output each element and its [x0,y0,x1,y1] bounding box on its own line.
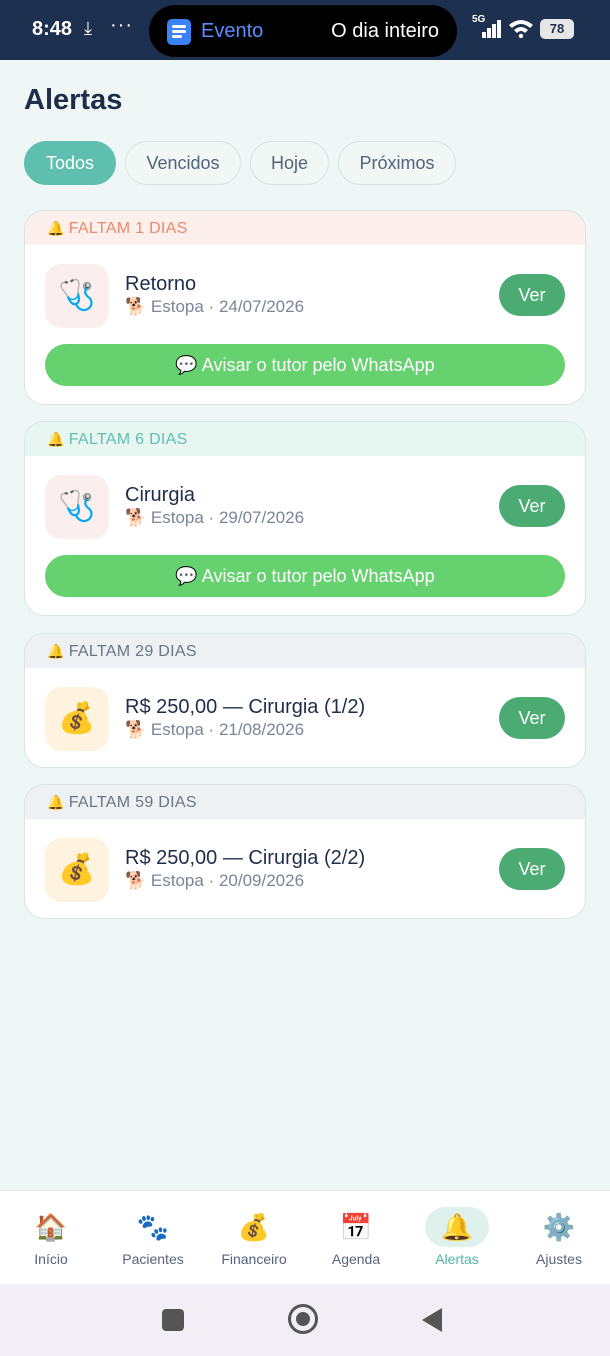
whatsapp-notify-button[interactable]: 💬 Avisar o tutor pelo WhatsApp [45,555,565,597]
home-icon: 🏠 [34,1212,68,1242]
bell-icon: 🔔 [47,220,65,236]
bottom-navigation: 🏠 Início 🐾 Pacientes 💰 Financeiro 📅 Agen… [0,1190,610,1284]
dog-icon: 🐕 [125,871,147,890]
days-remaining-label: FALTAM 6 DIAS [68,431,188,448]
alert-card-header: 🔔 FALTAM 59 DIAS [25,785,585,819]
alert-patient-date: Estopa · 21/08/2026 [150,720,305,739]
alert-card: 🔔 FALTAM 59 DIAS 💰 R$ 250,00 — Cirurgia (… [24,784,586,919]
filter-chip-todos[interactable]: Todos [24,141,116,185]
recents-button[interactable] [162,1309,184,1331]
event-list-icon [167,19,191,45]
page-title: Alertas [24,84,123,116]
nav-label: Agenda [331,1251,381,1267]
dog-icon: 🐕 [125,508,147,527]
more-notifications-icon: ··· [110,14,133,36]
home-button[interactable] [288,1304,318,1334]
days-remaining-label: FALTAM 29 DIAS [68,643,197,660]
nav-item-ajustes[interactable]: ⚙️ Ajustes [508,1191,610,1285]
alert-subtitle: 🐕 Estopa · 29/07/2026 [125,508,304,528]
alert-card: 🔔 FALTAM 6 DIAS 🩺 Cirurgia 🐕 Estopa · 29/… [24,421,586,616]
filter-chip-hoje[interactable]: Hoje [250,141,329,185]
dog-icon: 🐕 [125,297,147,316]
alert-subtitle: 🐕 Estopa · 20/09/2026 [125,871,304,891]
nav-label: Ajustes [536,1251,582,1267]
battery-icon: 78 [540,19,574,39]
stethoscope-icon: 🩺 [45,264,109,328]
alert-title: R$ 250,00 — Cirurgia (1/2) [125,696,366,718]
whatsapp-notify-button[interactable]: 💬 Avisar o tutor pelo WhatsApp [45,344,565,386]
wifi-icon [509,20,533,38]
stethoscope-icon: 🩺 [45,475,109,539]
alert-card-header: 🔔 FALTAM 29 DIAS [25,634,585,668]
nav-item-pacientes[interactable]: 🐾 Pacientes [102,1191,204,1285]
alert-patient-date: Estopa · 24/07/2026 [150,297,305,316]
bell-icon: 🔔 [47,431,65,447]
nav-item-financeiro[interactable]: 💰 Financeiro [203,1191,305,1285]
status-bar: 8:48 ⤓ ··· Evento O dia inteiro 5G 78 [0,0,610,60]
live-activity-pill[interactable]: Evento O dia inteiro [149,5,457,57]
nav-label: Alertas [435,1251,479,1267]
download-icon: ⤓ [84,18,92,38]
gear-icon: ⚙️ [542,1212,576,1242]
filter-chip-proximos[interactable]: Próximos [338,141,456,185]
nav-label: Início [34,1251,68,1267]
money-bag-icon: 💰 [237,1212,271,1242]
bell-icon: 🔔 [425,1207,489,1247]
bell-icon: 🔔 [47,643,65,659]
view-button[interactable]: Ver [499,697,565,739]
bell-icon: 🔔 [47,794,65,810]
nav-item-alertas[interactable]: 🔔 Alertas [406,1191,508,1285]
view-button[interactable]: Ver [499,274,565,316]
nav-item-agenda[interactable]: 📅 Agenda [305,1191,407,1285]
alert-patient-date: Estopa · 20/09/2026 [150,871,305,890]
alert-title: Retorno [125,273,197,295]
calendar-icon: 📅 [339,1212,373,1242]
nav-label: Pacientes [122,1251,184,1267]
alert-subtitle: 🐕 Estopa · 24/07/2026 [125,297,304,317]
paw-icon: 🐾 [136,1212,170,1242]
alert-card-header: 🔔 FALTAM 6 DIAS [25,422,585,456]
days-remaining-label: FALTAM 59 DIAS [68,794,197,811]
days-remaining-label: FALTAM 1 DIAS [68,220,188,237]
dog-icon: 🐕 [125,720,147,739]
nav-label: Financeiro [221,1251,287,1267]
live-activity-title: Evento [201,20,264,42]
alert-card: 🔔 FALTAM 29 DIAS 💰 R$ 250,00 — Cirurgia (… [24,633,586,768]
alert-title: Cirurgia [125,484,196,506]
filter-chip-vencidos[interactable]: Vencidos [125,141,241,185]
live-activity-detail: O dia inteiro [331,20,439,42]
system-navigation-bar [0,1284,610,1356]
alert-card: 🔔 FALTAM 1 DIAS 🩺 Retorno 🐕 Estopa · 24/0… [24,210,586,405]
alert-card-header: 🔔 FALTAM 1 DIAS [25,211,585,245]
back-button[interactable] [422,1308,442,1332]
alert-patient-date: Estopa · 29/07/2026 [150,508,305,527]
status-time: 8:48 [32,18,73,40]
money-bag-icon: 💰 [45,838,109,902]
money-bag-icon: 💰 [45,687,109,751]
nav-item-inicio[interactable]: 🏠 Início [0,1191,102,1285]
view-button[interactable]: Ver [499,485,565,527]
signal-icon [478,20,502,38]
alert-title: R$ 250,00 — Cirurgia (2/2) [125,847,366,869]
view-button[interactable]: Ver [499,848,565,890]
alert-subtitle: 🐕 Estopa · 21/08/2026 [125,720,304,740]
